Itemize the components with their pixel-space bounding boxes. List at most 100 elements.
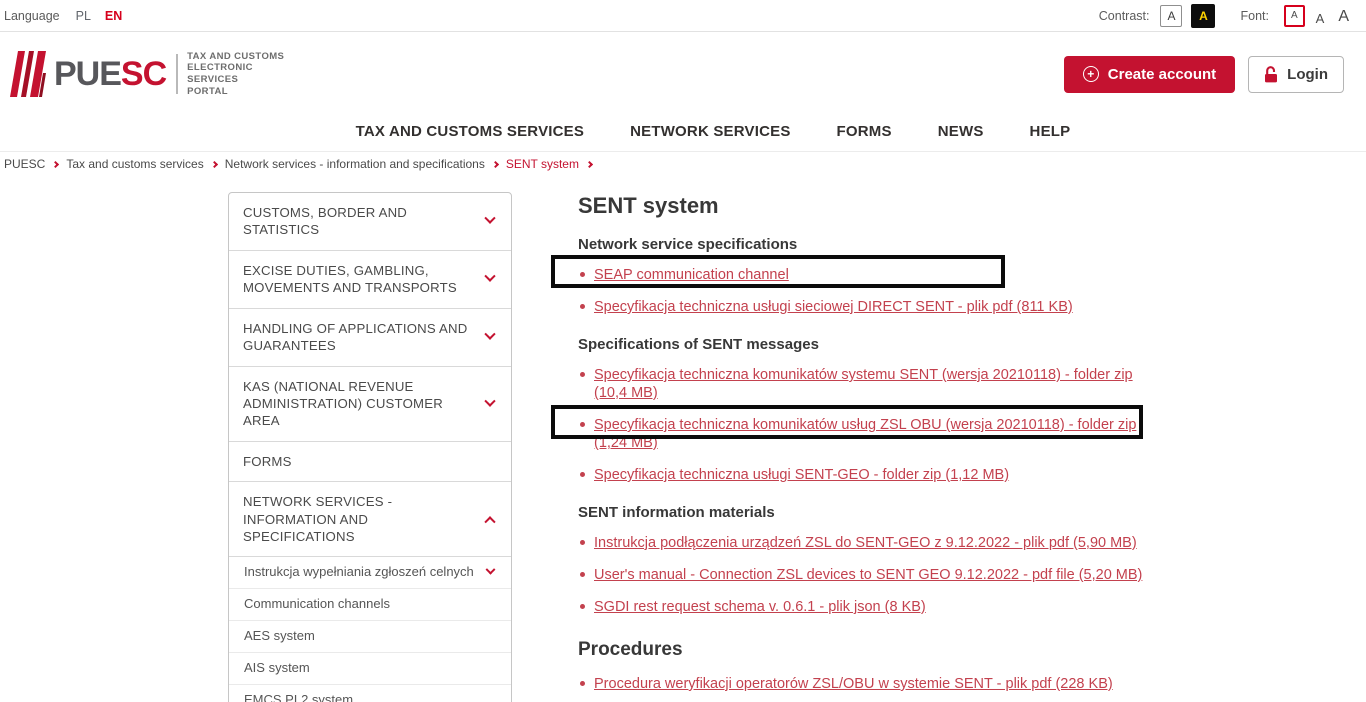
contrast-normal-button[interactable]: A [1160,5,1182,27]
font-size-button[interactable]: A [1284,5,1305,27]
sidebar-subitem[interactable]: Instrukcja wypełniania zgłoszeń celnych [229,557,511,589]
resource-link-item: SEAP communication channel [578,259,1164,291]
sidebar-subitem[interactable]: AIS system [229,653,511,685]
resource-link-list: Instrukcja podłączenia urządzeń ZSL do S… [578,527,1164,623]
breadcrumb-segment: SENT system [506,157,600,171]
resource-link-item: Specyfikacja techniczna usługi sieciowej… [578,291,1164,323]
resource-link-list: SEAP communication channel Specyfikacja … [578,259,1164,323]
font-size-button[interactable]: A [1335,7,1352,27]
resource-link[interactable]: Specyfikacja techniczna usługi SENT-GEO … [594,467,1009,483]
nav-item[interactable]: HELP [1030,123,1071,140]
content-area: CUSTOMS, BORDER AND STATISTICS EXCISE DU… [0,175,1366,702]
language-link[interactable]: EN [105,9,122,23]
sidebar-subitem-label: AES system [244,628,315,645]
bullet-icon [580,372,585,377]
nav-item[interactable]: FORMS [837,123,892,140]
sidebar-subitem[interactable]: EMCS PL2 system [229,685,511,702]
contrast-label: Contrast: [1099,9,1150,23]
chevron-right-icon [492,160,499,167]
font-size-buttons: A A A [1284,5,1352,27]
sidebar-sub-list: Instrukcja wypełniania zgłoszeń celnych … [229,557,511,702]
page-title: SENT system [578,193,1164,219]
resource-link-item: Specyfikacja techniczna komunikatów usłu… [578,409,1164,459]
page-header: PUESC TAX AND CUSTOMS ELECTRONIC SERVICE… [0,32,1366,116]
sidebar-item-label: CUSTOMS, BORDER AND STATISTICS [243,204,478,239]
login-button[interactable]: Login [1248,56,1344,93]
section-heading: Specifications of SENT messages [578,336,1164,353]
chevron-icon [484,329,495,340]
plus-circle-icon: + [1083,66,1099,82]
sidebar-item[interactable]: CUSTOMS, BORDER AND STATISTICS [229,193,511,251]
chevron-icon [484,517,495,528]
resource-link[interactable]: Specyfikacja techniczna usługi sieciowej… [594,299,1073,315]
resource-link[interactable]: Instrukcja podłączenia urządzeń ZSL do S… [594,535,1137,551]
header-actions: + Create account Login [1064,56,1344,93]
sidebar-item[interactable]: NETWORK SERVICES - INFORMATION AND SPECI… [229,482,511,557]
logo-caption-line: ELECTRONIC [187,62,284,74]
breadcrumb: PUESC Tax and customs services Network s… [0,152,1366,175]
resource-link-item: Specyfikacja techniczna usługi SENT-GEO … [578,459,1164,491]
resource-link[interactable]: SEAP communication channel [594,267,789,283]
chevron-right-icon [586,160,593,167]
chevron-icon [484,213,495,224]
resource-link-item: Specyfikacja techniczna komunikatów syst… [578,359,1164,409]
contrast-high-button[interactable]: A [1191,4,1215,28]
logo-stripes-icon [10,51,46,97]
logo-wordmark: PUESC [54,57,166,91]
sidebar-item[interactable]: EXCISE DUTIES, GAMBLING, MOVEMENTS AND T… [229,251,511,309]
chevron-icon [484,395,495,406]
nav-item[interactable]: TAX AND CUSTOMS SERVICES [356,123,584,140]
resource-link[interactable]: Specyfikacja techniczna komunikatów syst… [594,367,1133,401]
nav-item[interactable]: NEWS [938,123,984,140]
sidebar-subitem-label: EMCS PL2 system [244,692,353,702]
sidebar-item-label: FORMS [243,453,292,470]
section-heading: Procedures [578,639,1164,661]
resource-link[interactable]: SGDI rest request schema v. 0.6.1 - plik… [594,599,926,615]
bullet-icon [580,572,585,577]
chevron-icon [484,271,495,282]
bullet-icon [580,472,585,477]
breadcrumb-link[interactable]: Tax and customs services [66,157,203,171]
sidebar-subitem[interactable]: AES system [229,621,511,653]
logo-caption-line: SERVICES [187,74,284,86]
resource-link-item: SGDI rest request schema v. 0.6.1 - plik… [578,591,1164,623]
breadcrumb-link[interactable]: SENT system [506,157,579,171]
language-link[interactable]: PL [76,9,91,23]
logo-caption: TAX AND CUSTOMS ELECTRONIC SERVICES PORT… [187,51,284,97]
sidebar-item[interactable]: KAS (NATIONAL REVENUE ADMINISTRATION) CU… [229,367,511,442]
sidebar-item[interactable]: HANDLING OF APPLICATIONS AND GUARANTEES [229,309,511,367]
utility-bar: Language PL EN Contrast: A A Font: A A A [0,0,1366,32]
resource-link-list: Specyfikacja techniczna komunikatów syst… [578,359,1164,491]
nav-item[interactable]: NETWORK SERVICES [630,123,790,140]
resource-link[interactable]: Specyfikacja techniczna komunikatów usłu… [594,417,1136,451]
font-size-label: Font: [1240,9,1269,23]
sidebar-subitem[interactable]: Communication channels [229,589,511,621]
resource-link[interactable]: Procedura weryfikacji operatorów ZSL/OBU… [594,676,1113,692]
section-heading: SENT information materials [578,504,1164,521]
breadcrumb-segment: PUESC [4,157,66,171]
bullet-icon [580,422,585,427]
puesc-logo[interactable]: PUESC TAX AND CUSTOMS ELECTRONIC SERVICE… [10,51,284,97]
sidebar-subitem-label: AIS system [244,660,310,677]
breadcrumb-segment: Network services - information and speci… [225,157,506,171]
breadcrumb-link[interactable]: Network services - information and speci… [225,157,485,171]
logo-caption-line: TAX AND CUSTOMS [187,51,284,63]
create-account-button[interactable]: + Create account [1064,56,1235,93]
chevron-icon [486,565,496,575]
logo-divider [176,54,178,94]
breadcrumb-segment: Tax and customs services [66,157,224,171]
sidebar-main-list: CUSTOMS, BORDER AND STATISTICS EXCISE DU… [229,193,511,557]
bullet-icon [580,304,585,309]
main-navigation: TAX AND CUSTOMS SERVICES NETWORK SERVICE… [0,116,1366,152]
resource-link-list: Procedura weryfikacji operatorów ZSL/OBU… [578,668,1164,700]
sidebar-item-label: EXCISE DUTIES, GAMBLING, MOVEMENTS AND T… [243,262,478,297]
logo-caption-line: PORTAL [187,86,284,98]
bullet-icon [580,272,585,277]
sidebar-item[interactable]: FORMS [229,442,511,482]
resource-link[interactable]: User's manual - Connection ZSL devices t… [594,567,1142,583]
breadcrumb-link[interactable]: PUESC [4,157,45,171]
font-size-button[interactable]: A [1313,10,1328,27]
sidebar-subitem-label: Instrukcja wypełniania zgłoszeń celnych [244,564,474,581]
language-switcher: Language PL EN [4,9,122,23]
bullet-icon [580,681,585,686]
